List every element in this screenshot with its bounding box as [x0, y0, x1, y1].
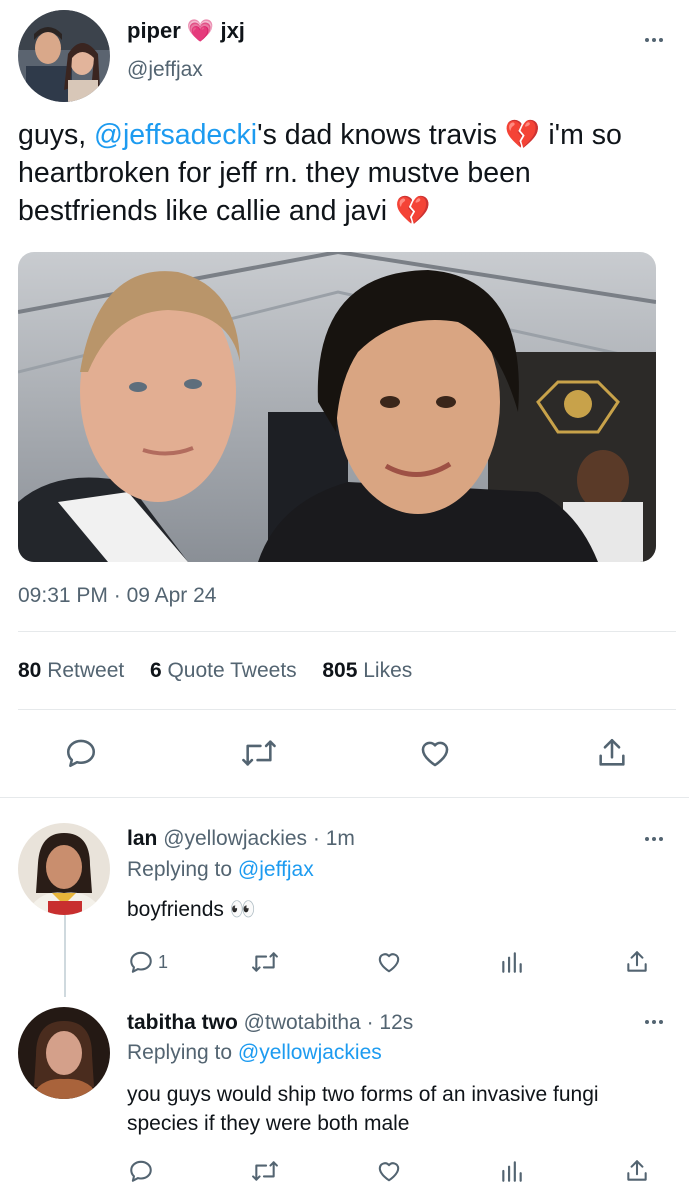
author-handle[interactable]: @jeffjax	[127, 58, 203, 82]
likes-stat[interactable]: 805 Likes	[322, 659, 412, 682]
replying-to-label: Replying to	[127, 858, 233, 881]
replying-to-handle[interactable]: @yellowjackies	[238, 1041, 382, 1064]
reply-author-name[interactable]: tabitha two	[127, 1011, 238, 1034]
reply-text-body: boyfriends	[127, 898, 224, 921]
reply-header: tabitha two @twotabitha · 12s	[127, 1011, 413, 1035]
reply-separator: ·	[312, 827, 320, 850]
replying-to-handle[interactable]: @jeffjax	[238, 858, 314, 881]
reply-icon[interactable]	[128, 1158, 154, 1184]
tweet-text-part2: 's dad knows travis	[257, 119, 505, 151]
more-options-icon[interactable]	[645, 837, 663, 841]
like-icon[interactable]	[375, 1158, 403, 1184]
replying-to: Replying to @yellowjackies	[127, 1041, 382, 1065]
author-avatar-photo	[18, 10, 110, 102]
reply-avatar[interactable]	[18, 1007, 110, 1099]
replying-to: Replying to @jeffjax	[127, 858, 314, 882]
pink-heart-emoji: 💗	[186, 18, 215, 43]
retweet-icon[interactable]	[240, 736, 278, 770]
reply-time[interactable]: 12s	[379, 1011, 413, 1034]
reply-text: boyfriends 👀	[127, 898, 256, 922]
tweet-time: 09:31 PM	[18, 584, 108, 607]
like-icon[interactable]	[417, 736, 453, 770]
divider	[18, 631, 676, 632]
quote-label: Quote Tweets	[167, 659, 297, 682]
reply-avatar[interactable]	[18, 823, 110, 915]
like-icon[interactable]	[375, 949, 403, 975]
retweet-label: Retweet	[47, 659, 125, 682]
share-icon[interactable]	[624, 949, 650, 975]
section-divider	[0, 797, 689, 798]
retweet-count: 80	[18, 659, 42, 682]
author-display-name[interactable]: piper 💗 jxj	[127, 18, 245, 44]
reply-count: 1	[158, 951, 169, 972]
reply-separator: ·	[366, 1011, 374, 1034]
divider	[18, 709, 676, 710]
reply-avatar-photo	[18, 1007, 110, 1099]
analytics-icon[interactable]	[499, 949, 525, 975]
reply-text: you guys would ship two forms of an inva…	[127, 1083, 599, 1135]
tweet-stats: 80 Retweet 6 Quote Tweets 805 Likes	[18, 659, 412, 683]
reply-author-handle[interactable]: @twotabitha	[244, 1011, 361, 1034]
reply-header: lan @yellowjackies · 1m	[127, 827, 355, 851]
tweet-photo[interactable]	[18, 252, 656, 562]
tweet-timestamp[interactable]: 09:31 PM · 09 Apr 24	[18, 584, 216, 608]
reply-author-handle[interactable]: @yellowjackies	[163, 827, 307, 850]
retweets-stat[interactable]: 80 Retweet	[18, 659, 130, 682]
tweet-photo-image	[18, 252, 656, 562]
tweet-text: guys, @jeffsadecki's dad knows travis 💔 …	[18, 116, 668, 230]
like-count: 805	[322, 659, 358, 682]
more-options-icon[interactable]	[645, 1020, 663, 1024]
timestamp-separator: ·	[113, 584, 121, 607]
reply-avatar-photo	[18, 823, 110, 915]
retweet-icon[interactable]	[250, 949, 280, 975]
author-name: piper	[127, 18, 181, 43]
broken-heart-emoji: 💔	[504, 119, 541, 151]
mention-link[interactable]: @jeffsadecki	[94, 119, 257, 151]
thread-line	[64, 915, 66, 997]
tweet-text-part1: guys,	[18, 119, 95, 151]
share-icon[interactable]	[624, 1158, 650, 1184]
reply-icon[interactable]	[128, 949, 154, 975]
broken-heart-emoji-2: 💔	[395, 195, 431, 227]
share-icon[interactable]	[595, 736, 629, 770]
retweet-icon[interactable]	[250, 1158, 280, 1184]
replying-to-label: Replying to	[127, 1041, 233, 1064]
more-options-icon[interactable]	[645, 38, 663, 42]
analytics-icon[interactable]	[499, 1158, 525, 1184]
quote-count: 6	[149, 659, 162, 682]
reply-action[interactable]: 1	[128, 949, 168, 975]
reply-time[interactable]: 1m	[326, 827, 355, 850]
author-name-suffix: jxj	[220, 18, 245, 43]
tweet-date: 09 Apr 24	[126, 584, 217, 607]
like-label: Likes	[363, 659, 413, 682]
reply-author-name[interactable]: lan	[127, 827, 157, 850]
author-avatar[interactable]	[18, 10, 110, 102]
quote-tweets-stat[interactable]: 6 Quote Tweets	[150, 659, 303, 682]
eyes-emoji: 👀	[229, 898, 256, 921]
reply-icon[interactable]	[64, 736, 98, 770]
